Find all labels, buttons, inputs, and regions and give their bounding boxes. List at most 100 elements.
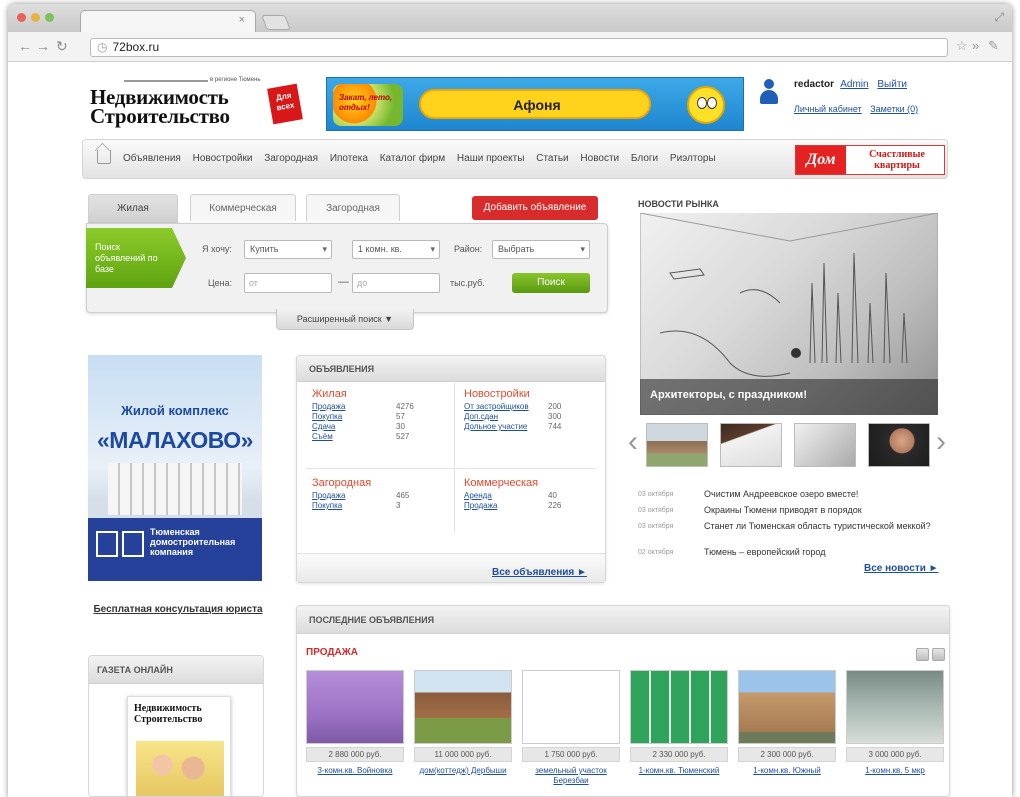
nav-item-mortgage[interactable]: Ипотека: [330, 153, 368, 164]
search-label-arrow: Поиск объявлений по базе: [86, 228, 186, 288]
category-title[interactable]: Коммерческая: [464, 477, 604, 489]
nav-item-projects[interactable]: Наши проекты: [457, 153, 525, 164]
news-main-caption[interactable]: Архитекторы, с праздником!: [640, 379, 938, 415]
tab-suburban[interactable]: Загородная: [306, 194, 400, 221]
news-thumb-4[interactable]: [868, 423, 930, 467]
district-select[interactable]: Выбрать: [492, 240, 590, 259]
nav-item-new-buildings[interactable]: Новостройки: [193, 153, 253, 164]
category-link[interactable]: Продажа: [312, 402, 345, 411]
category-title[interactable]: Загородная: [312, 477, 452, 489]
settings-wrench-icon[interactable]: ✎: [988, 38, 999, 54]
site-logo[interactable]: в регионе Тюмень Недвижимость Строительс…: [90, 77, 303, 129]
back-icon[interactable]: ←: [18, 38, 32, 54]
all-news-link[interactable]: Все новости ►: [864, 563, 939, 574]
ad-card[interactable]: 1 750 000 руб. земельный участок Березба…: [522, 670, 620, 797]
ad-title-link[interactable]: дом(коттедж) Дербыши: [414, 766, 512, 776]
all-ads-link[interactable]: Все объявления ►: [492, 567, 587, 578]
add-ad-button[interactable]: Добавить объявление: [472, 196, 598, 220]
ad-price: 1 750 000 руб.: [522, 747, 620, 762]
tab-residential[interactable]: Жилая: [88, 194, 178, 224]
nav-item-news[interactable]: Новости: [580, 153, 619, 164]
gazeta-cover[interactable]: Недвижимость Строительство: [127, 696, 231, 796]
logo-line2: Строительство: [90, 104, 230, 128]
news-headline[interactable]: Окраины Тюмени приводят в порядок: [704, 505, 950, 516]
category-link[interactable]: Аренда: [464, 491, 492, 500]
ad-title-link[interactable]: 1-комн.кв. Тюменский: [630, 766, 728, 776]
ad-card[interactable]: 3 000 000 руб. 1-комн.кв. 5 мкр: [846, 670, 944, 797]
consult-link[interactable]: Бесплатная консультация юриста: [88, 603, 268, 616]
category-link[interactable]: От застройщиков: [464, 402, 529, 411]
ad-card[interactable]: 2 880 000 руб. 3-комн.кв. Войновка: [306, 670, 404, 797]
ad-card[interactable]: 11 000 000 руб. дом(коттедж) Дербыши: [414, 670, 512, 797]
reload-icon[interactable]: ↻: [56, 38, 68, 54]
fullscreen-icon[interactable]: ⤢: [994, 10, 1004, 25]
ad-photo[interactable]: [630, 670, 728, 744]
extensions-icon[interactable]: »: [972, 38, 979, 53]
close-tab-icon[interactable]: ×: [239, 14, 245, 26]
close-window-icon[interactable]: [17, 13, 26, 22]
ad-photo[interactable]: [306, 670, 404, 744]
search-button[interactable]: Поиск: [512, 273, 590, 293]
category-link[interactable]: Покупка: [312, 501, 342, 510]
ad-title-link[interactable]: 1-комн.кв. Южный: [738, 766, 836, 776]
tab-commercial[interactable]: Коммерческая: [190, 194, 296, 221]
nav-item-catalog[interactable]: Каталог фирм: [380, 153, 445, 164]
ad-photo[interactable]: [522, 670, 620, 744]
ad-title-link[interactable]: земельный участок Березбаи: [522, 766, 620, 786]
ad-photo[interactable]: [738, 670, 836, 744]
category-title[interactable]: Новостройки: [464, 388, 604, 400]
rooms-select[interactable]: 1 комн. кв.: [352, 240, 440, 259]
news-thumb-3[interactable]: [794, 423, 856, 467]
news-thumb-1[interactable]: [646, 423, 708, 467]
nav-item-ads[interactable]: Объявления: [123, 153, 181, 164]
forward-icon[interactable]: →: [36, 38, 50, 54]
category-link[interactable]: Доп.сдан: [464, 412, 498, 421]
browser-tab[interactable]: ×: [80, 10, 256, 32]
ad-card[interactable]: 2 300 000 руб. 1-комн.кв. Южный: [738, 670, 836, 797]
logout-link[interactable]: Выйти: [877, 79, 907, 90]
malakhovo-ad[interactable]: Жилой комплекс «МАЛАХОВО» Тюменская домо…: [88, 355, 262, 581]
category-link[interactable]: Съём: [312, 432, 333, 441]
news-headline[interactable]: Очистим Андреевское озеро вместе!: [704, 489, 950, 500]
ad-card[interactable]: 2 330 000 руб. 1-комн.кв. Тюменский: [630, 670, 728, 797]
nav-item-blogs[interactable]: Блоги: [631, 153, 658, 164]
ad-price: 2 330 000 руб.: [630, 747, 728, 762]
minimize-window-icon[interactable]: [31, 13, 40, 22]
ad-title-link[interactable]: 1-комн.кв. 5 мкр: [846, 766, 944, 776]
nav-item-articles[interactable]: Статьи: [536, 153, 568, 164]
nav-item-realtors[interactable]: Риэлторы: [670, 153, 716, 164]
ad-title-link[interactable]: 3-комн.кв. Войновка: [306, 766, 404, 776]
cabinet-link[interactable]: Личный кабинет: [794, 104, 862, 114]
ad-photo[interactable]: [846, 670, 944, 744]
logo-tagline: в регионе Тюмень: [210, 77, 261, 83]
news-thumb-2[interactable]: [720, 423, 782, 467]
notes-link[interactable]: Заметки (0): [870, 104, 918, 114]
want-select[interactable]: Купить: [244, 240, 332, 259]
category-link[interactable]: Дольное участие: [464, 422, 527, 431]
category-link[interactable]: Сдача: [312, 422, 335, 431]
address-bar[interactable]: ◷ 72box.ru: [90, 38, 948, 57]
top-banner[interactable]: Закат, лето, отдых! Афоня: [326, 77, 744, 131]
nav-item-suburban[interactable]: Загородная: [264, 153, 318, 164]
category-link[interactable]: Покупка: [312, 412, 342, 421]
promo-banner[interactable]: Дом Счастливые квартиры: [795, 145, 945, 175]
zoom-window-icon[interactable]: [45, 13, 54, 22]
advanced-search-button[interactable]: Расширенный поиск ▼: [276, 309, 414, 330]
carousel-prev-icon[interactable]: ‹: [628, 427, 638, 457]
news-headline[interactable]: Тюмень – европейский город: [704, 547, 950, 558]
category-link[interactable]: Продажа: [312, 491, 345, 500]
bookmark-star-icon[interactable]: ☆: [956, 38, 968, 54]
home-icon[interactable]: [97, 150, 111, 164]
news-headline[interactable]: Станет ли Тюменская область туристическо…: [704, 521, 950, 532]
pager-next-icon[interactable]: [932, 648, 945, 661]
list-item: Продажа 465: [312, 491, 452, 501]
carousel-next-icon[interactable]: ›: [936, 427, 946, 457]
price-from-input[interactable]: от: [244, 273, 332, 293]
price-to-input[interactable]: до: [352, 273, 440, 293]
new-tab-button[interactable]: [261, 15, 291, 30]
ad-photo[interactable]: [414, 670, 512, 744]
category-link[interactable]: Продажа: [464, 501, 497, 510]
admin-link[interactable]: Admin: [840, 79, 868, 90]
pager-prev-icon[interactable]: [916, 648, 929, 661]
category-title[interactable]: Жилая: [312, 388, 452, 400]
